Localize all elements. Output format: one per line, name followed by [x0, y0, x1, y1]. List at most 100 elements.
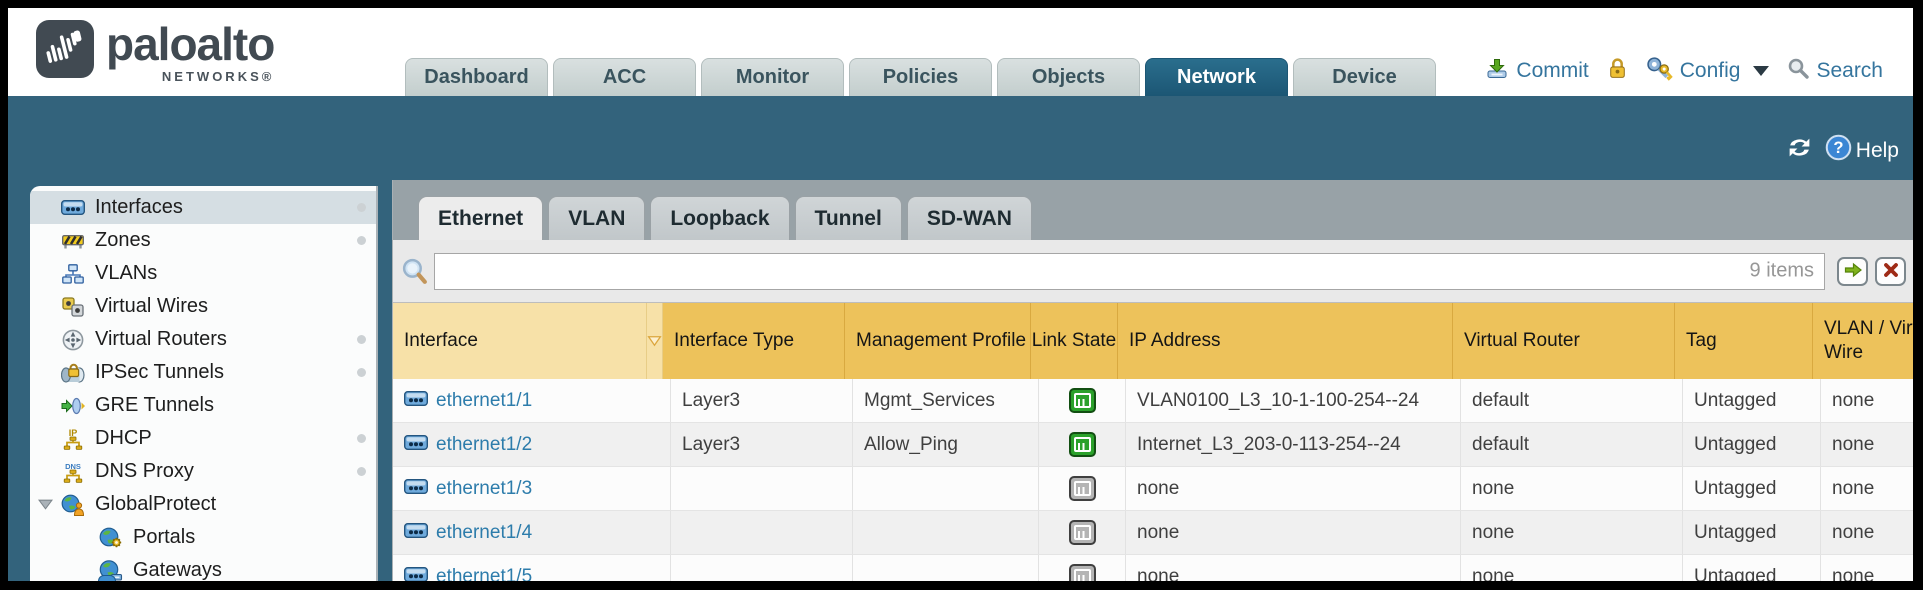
table-row: ethernet1/2Layer3Allow_PingInternet_L3_2…	[393, 423, 1913, 467]
help-icon: ?	[1825, 134, 1852, 167]
table-cell: default	[1461, 423, 1683, 466]
nav-tab-monitor[interactable]: Monitor	[701, 58, 844, 96]
refresh-button[interactable]	[1786, 136, 1813, 165]
column-header-tag[interactable]: Tag	[1675, 303, 1813, 379]
virtual-wires-icon	[60, 297, 86, 317]
sidebar-item-label: Gateways	[133, 559, 222, 581]
filter-input[interactable]	[434, 253, 1825, 290]
header-actions: Commit Config Search	[1467, 52, 1883, 90]
nav-tab-policies[interactable]: Policies	[849, 58, 992, 96]
interface-link[interactable]: ethernet1/5	[436, 566, 532, 582]
filter-bar: 9 items	[393, 240, 1913, 302]
interface-link[interactable]: ethernet1/3	[436, 478, 532, 500]
sidebar-item-label: GlobalProtect	[95, 493, 216, 516]
search-icon	[1787, 57, 1809, 85]
expander-triangle-icon[interactable]	[38, 498, 53, 511]
interface-icon	[404, 434, 428, 456]
table-cell: none	[1126, 555, 1461, 581]
tab-vlan[interactable]: VLAN	[548, 196, 645, 240]
interface-type-tabs: Ethernet VLANLoopbackTunnelSD-WAN	[393, 180, 1913, 240]
table-cell: none	[1821, 467, 1913, 510]
nav-tab-objects[interactable]: Objects	[997, 58, 1140, 96]
apply-filter-button[interactable]	[1837, 257, 1868, 286]
sort-dropdown-icon[interactable]	[647, 303, 663, 379]
filter-magnifier-icon[interactable]	[401, 257, 428, 286]
link-state-down-icon	[1069, 476, 1096, 501]
config-button[interactable]: Config	[1646, 56, 1770, 87]
tab-label: Ethernet	[438, 207, 523, 231]
filter-input-wrap: 9 items	[434, 253, 1825, 290]
sidebar-item-virtual-wires[interactable]: Virtual Wires	[30, 290, 376, 323]
interface-link[interactable]: ethernet1/2	[436, 434, 532, 456]
green-arrow-icon	[1843, 261, 1863, 282]
help-button[interactable]: ? Help	[1825, 134, 1899, 167]
interfaces-table: InterfaceInterface Type Management Profil…	[393, 302, 1913, 581]
interface-link[interactable]: ethernet1/1	[436, 390, 532, 412]
link-state-cell	[1039, 511, 1126, 554]
sidebar-item-gateways[interactable]: Gateways	[30, 554, 376, 581]
sidebar-item-label: Portals	[133, 526, 195, 549]
sidebar-item-globalprotect[interactable]: GlobalProtect	[30, 488, 376, 521]
commit-button[interactable]: Commit	[1485, 56, 1588, 86]
nav-tab-device[interactable]: Device	[1293, 58, 1436, 96]
table-cell: Untagged	[1683, 467, 1821, 510]
column-header-link-state[interactable]: Link State	[1031, 303, 1118, 379]
column-label: Management Profile	[856, 329, 1026, 353]
interface-icon	[404, 522, 428, 544]
tab-loopback[interactable]: Loopback	[650, 196, 789, 240]
svg-text:?: ?	[1833, 138, 1843, 157]
brand-logo: paloalto NETWORKS®	[36, 20, 274, 84]
sidebar-item-gre-tunnels[interactable]: GRE Tunnels	[30, 389, 376, 422]
column-label: Tag	[1686, 329, 1717, 353]
table-cell: default	[1461, 379, 1683, 422]
sidebar-item-label: VLANs	[95, 262, 157, 285]
nav-tab-label: Policies	[883, 66, 959, 89]
table-cell: none	[1461, 467, 1683, 510]
lock-button[interactable]	[1607, 57, 1628, 86]
table-cell: none	[1126, 467, 1461, 510]
brand-wordmark: paloalto NETWORKS®	[106, 20, 274, 84]
column-header-interface[interactable]: Interface	[393, 303, 647, 379]
sidebar-item-vlans[interactable]: VLANs	[30, 257, 376, 290]
sidebar-item-zones[interactable]: Zones	[30, 224, 376, 257]
column-header-vlan-virtual-wire[interactable]: VLAN / Virtual Wire	[1813, 303, 1913, 379]
interface-cell: ethernet1/2	[393, 423, 671, 466]
svg-text:IP: IP	[69, 428, 78, 438]
column-header-management-profile[interactable]: Management Profile	[845, 303, 1031, 379]
sidebar-item-virtual-routers[interactable]: Virtual Routers	[30, 323, 376, 356]
interface-link[interactable]: ethernet1/4	[436, 522, 532, 544]
search-button[interactable]: Search	[1787, 57, 1883, 85]
interface-icon	[404, 478, 428, 500]
item-dot	[357, 335, 366, 344]
column-header-virtual-router[interactable]: Virtual Router	[1453, 303, 1675, 379]
sidebar-item-dns-proxy[interactable]: DNSDNS Proxy	[30, 455, 376, 488]
paloalto-logo-icon	[36, 20, 94, 83]
nav-tab-network[interactable]: Network	[1145, 58, 1288, 96]
tab-tunnel[interactable]: Tunnel	[795, 196, 902, 240]
column-header-ip-address[interactable]: IP Address	[1118, 303, 1453, 379]
nav-tab-acc[interactable]: ACC	[553, 58, 696, 96]
sidebar-item-ipsec-tunnels[interactable]: IPSec Tunnels	[30, 356, 376, 389]
nav-tab-label: Dashboard	[424, 66, 528, 89]
vlans-icon	[60, 264, 86, 284]
link-state-cell	[1039, 423, 1126, 466]
sidebar-item-portals[interactable]: Portals	[30, 521, 376, 554]
table-cell: Untagged	[1683, 379, 1821, 422]
table-header: InterfaceInterface Type Management Profil…	[393, 303, 1913, 379]
sidebar-item-interfaces[interactable]: Interfaces	[30, 191, 376, 224]
table-cell: none	[1126, 511, 1461, 554]
table-cell: none	[1821, 555, 1913, 581]
table-cell	[853, 511, 1039, 554]
table-cell: none	[1821, 379, 1913, 422]
sidebar-item-dhcp[interactable]: IPDHCP	[30, 422, 376, 455]
column-header-interface-type[interactable]: Interface Type	[663, 303, 845, 379]
clear-filter-button[interactable]	[1875, 257, 1906, 286]
link-state-cell	[1039, 467, 1126, 510]
tab-sd-wan[interactable]: SD-WAN	[907, 196, 1032, 240]
zones-icon	[60, 232, 86, 250]
table-row: ethernet1/1Layer3Mgmt_ServicesVLAN0100_L…	[393, 379, 1913, 423]
table-cell	[671, 511, 853, 554]
nav-tab-dashboard[interactable]: Dashboard	[405, 58, 548, 96]
tab-ethernet[interactable]: Ethernet	[418, 196, 543, 240]
table-cell: Mgmt_Services	[853, 379, 1039, 422]
